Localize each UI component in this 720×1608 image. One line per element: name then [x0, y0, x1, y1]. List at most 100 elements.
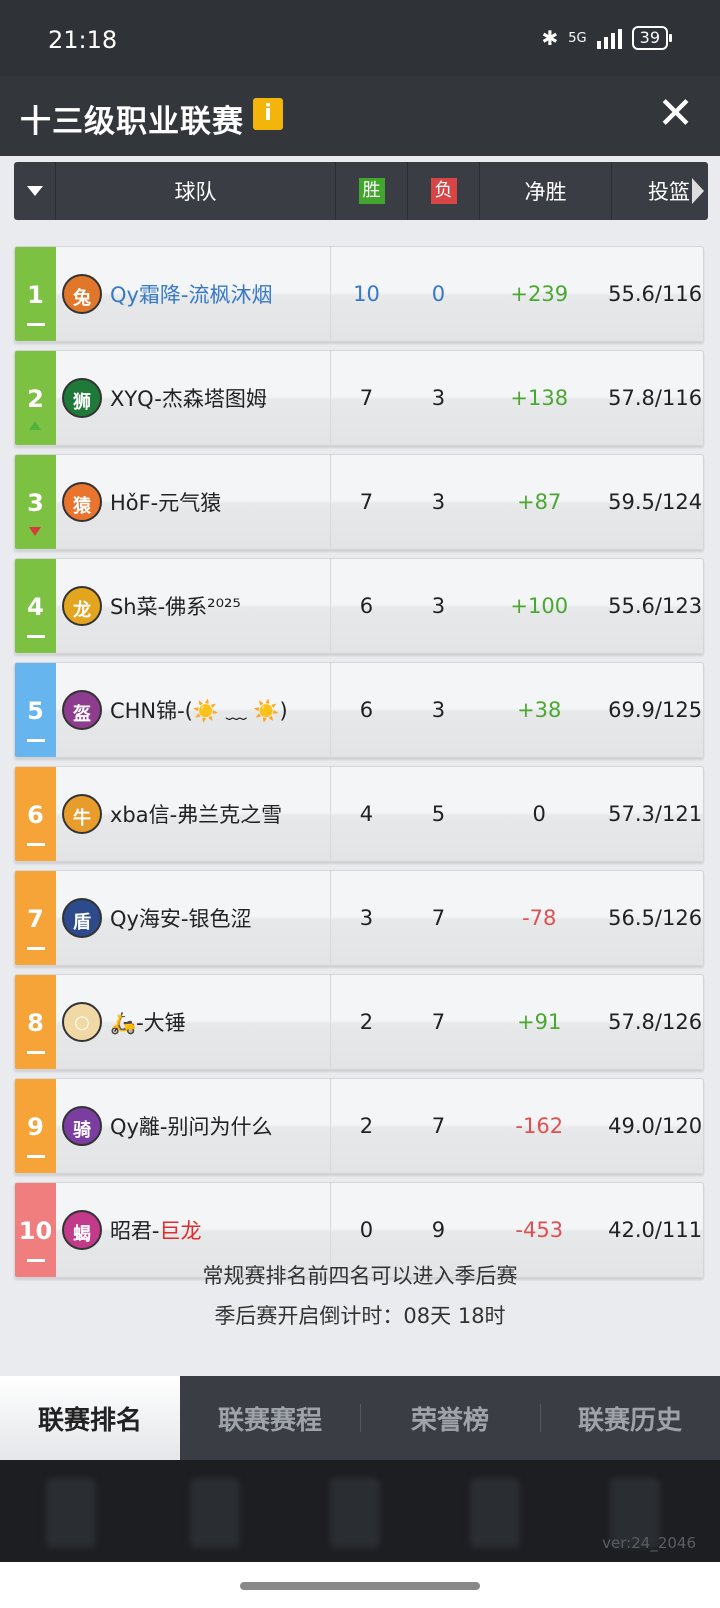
trend-same-icon: [27, 739, 45, 742]
rank-number: 7: [27, 905, 44, 933]
page-title: 十三级职业联赛: [20, 104, 244, 140]
team-cell: 狮 XYQ-杰森塔图姆: [56, 351, 331, 445]
losses-value: 5: [431, 802, 446, 826]
trend-same-icon: [27, 635, 45, 638]
shooting-value: 57.8/126: [608, 1010, 703, 1034]
network-label: 5G: [568, 30, 587, 46]
wins-value: 3: [359, 906, 374, 930]
tab-honor-board[interactable]: 荣誉榜: [360, 1376, 540, 1460]
team-name[interactable]: HǒF-元气猿: [110, 487, 221, 517]
team-row[interactable]: 6 牛 xba信-弗兰克之雪 4 5 0 57.3/121: [14, 766, 704, 862]
wins-value: 2: [359, 1114, 374, 1138]
team-name-text: Qy霜降-流枫沐烟: [109, 283, 273, 307]
net-value: +100: [510, 594, 569, 618]
team-row[interactable]: 8 ○ 🛵-大锤 2 7 +91 57.8/126: [14, 974, 704, 1070]
wins-value: 4: [359, 802, 374, 826]
losses-value: 7: [431, 1010, 446, 1034]
team-cell: 骑 Qy離-别问为什么: [56, 1079, 331, 1173]
losses-value: 3: [431, 594, 446, 618]
bottom-tabs: 联赛排名 联赛赛程 荣誉榜 联赛历史: [0, 1376, 720, 1460]
team-name[interactable]: 昭君-巨龙: [110, 1215, 202, 1245]
team-cell: ○ 🛵-大锤: [56, 975, 331, 1069]
close-button[interactable]: ✕: [657, 92, 694, 136]
losses-value: 3: [431, 490, 446, 514]
team-logo-glyph: 盾: [72, 912, 91, 933]
team-name[interactable]: XYQ-杰森塔图姆: [110, 383, 267, 413]
team-row[interactable]: 9 骑 Qy離-别问为什么 2 7 -162 49.0/120: [14, 1078, 704, 1174]
rank-number: 4: [27, 593, 44, 621]
team-row[interactable]: 1 兔 Qy霜降-流枫沐烟 10 0 +239 55.6/116: [14, 246, 704, 342]
team-cell: 盔 CHN锦-(☀️ ﹏ ☀️): [56, 663, 331, 757]
team-logo-icon: 牛: [61, 794, 102, 834]
version-label: ver:24_2046: [602, 1534, 696, 1552]
team-name-text: XYQ-杰森塔图姆: [109, 387, 267, 411]
rank-number: 9: [27, 1113, 44, 1141]
team-name[interactable]: Qy海安-银色涩: [110, 903, 252, 933]
shooting-value: 57.3/121: [608, 802, 703, 826]
team-name[interactable]: 🛵-大锤: [110, 1007, 186, 1037]
blurred-menu-icon: [330, 1478, 380, 1548]
team-logo-icon: 兔: [61, 274, 102, 314]
team-row[interactable]: 7 盾 Qy海安-银色涩 3 7 -78 56.5/126: [14, 870, 704, 966]
info-icon[interactable]: i: [253, 98, 283, 130]
team-logo-glyph: 骑: [72, 1120, 91, 1141]
team-name[interactable]: Qy霜降-流枫沐烟: [110, 279, 273, 309]
team-row[interactable]: 3 猿 HǒF-元气猿 7 3 +87 59.5/124: [14, 454, 704, 550]
bluetooth-icon: ✱: [541, 26, 559, 50]
trend-down-icon: [29, 527, 41, 536]
team-row[interactable]: 5 盔 CHN锦-(☀️ ﹏ ☀️) 6 3 +38 69.9/125: [14, 662, 704, 758]
playoff-note: 常规赛排名前四名可以进入季后赛: [202, 1264, 518, 1288]
tab-league-history[interactable]: 联赛历史: [540, 1376, 720, 1460]
losses-value: 3: [431, 386, 446, 410]
team-logo-icon: ○: [61, 1002, 102, 1042]
net-value: -162: [515, 1114, 564, 1138]
team-logo-icon: 骑: [61, 1106, 102, 1146]
wins-value: 6: [359, 698, 374, 722]
team-logo-glyph: ○: [74, 1012, 90, 1033]
team-logo-icon: 狮: [61, 378, 102, 418]
playoff-countdown: 季后赛开启倒计时：08天 18时: [214, 1304, 506, 1328]
team-name[interactable]: Qy離-别问为什么: [110, 1111, 273, 1141]
team-logo-icon: 蝎: [61, 1210, 102, 1250]
net-value: +38: [517, 698, 562, 722]
rank-badge: 3: [15, 455, 56, 549]
header-net: 净胜: [480, 162, 612, 220]
team-logo-glyph: 牛: [72, 808, 91, 829]
shooting-value: 49.0/120: [608, 1114, 703, 1138]
team-cell: 猿 HǒF-元气猿: [56, 455, 331, 549]
signal-icon: [596, 27, 622, 49]
blurred-menu-icon: [46, 1478, 96, 1548]
tab-league-ranking[interactable]: 联赛排名: [0, 1376, 180, 1460]
standings-list: 1 兔 Qy霜降-流枫沐烟 10 0 +239 55.6/116 2 狮 XYQ…: [14, 246, 704, 1286]
team-name[interactable]: xba信-弗兰克之雪: [110, 799, 282, 829]
header-win: 胜: [336, 162, 408, 220]
scroll-right-icon[interactable]: [692, 178, 704, 204]
rank-badge: 4: [15, 559, 56, 653]
sort-dropdown-button[interactable]: [14, 162, 56, 220]
team-row[interactable]: 2 狮 XYQ-杰森塔图姆 7 3 +138 57.8/116: [14, 350, 704, 446]
team-name-text: Qy離-别问为什么: [109, 1115, 273, 1139]
shooting-value: 59.5/124: [608, 490, 703, 514]
tab-league-schedule[interactable]: 联赛赛程: [180, 1376, 360, 1460]
team-name-text: Sh菜-佛系²⁰²⁵: [109, 595, 241, 619]
rank-number: 1: [27, 281, 44, 309]
losses-value: 0: [431, 282, 446, 306]
team-row[interactable]: 4 龙 Sh菜-佛系²⁰²⁵ 6 3 +100 55.6/123: [14, 558, 704, 654]
header-shoot-label: 投篮: [648, 180, 690, 204]
home-indicator[interactable]: [240, 1582, 480, 1590]
status-bar: 21:18 ✱ 5G 39: [0, 0, 720, 76]
wins-value: 7: [359, 490, 374, 514]
team-name[interactable]: CHN锦-(☀️ ﹏ ☀️): [110, 695, 288, 725]
table-header: 球队 胜 负 净胜 投篮: [14, 162, 708, 220]
team-name-text: 🛵-大锤: [109, 1011, 186, 1035]
team-name[interactable]: Sh菜-佛系²⁰²⁵: [110, 591, 241, 621]
title-bar: 十三级职业联赛 i ✕: [0, 76, 720, 156]
background-menu: ver:24_2046: [0, 1460, 720, 1562]
losses-value: 7: [431, 906, 446, 930]
header-team: 球队: [56, 162, 336, 220]
status-time: 21:18: [48, 26, 118, 54]
team-logo-icon: 龙: [61, 586, 102, 626]
net-value: +87: [517, 490, 562, 514]
net-value: +91: [517, 1010, 562, 1034]
rank-number: 6: [27, 801, 44, 829]
